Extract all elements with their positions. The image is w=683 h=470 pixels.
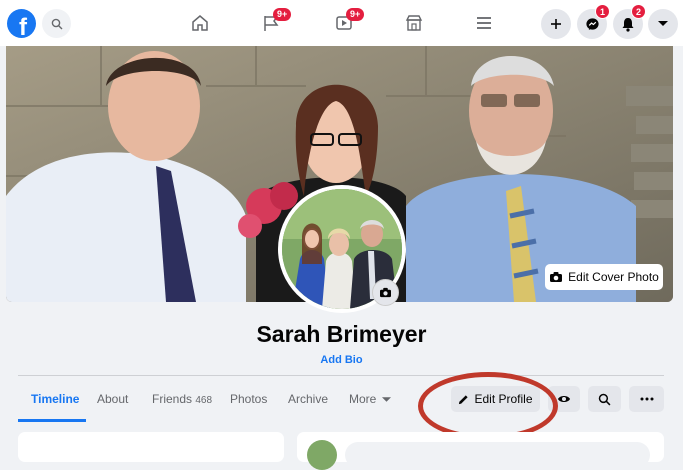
top-navigation-bar: f 9+ 9+ 1 2 <box>0 0 683 46</box>
tab-friends-label: Friends <box>152 392 193 406</box>
tab-friends[interactable]: Friends 468 <box>152 392 212 406</box>
eye-icon <box>558 396 570 402</box>
ellipsis-icon <box>640 397 653 401</box>
notifications-bell-icon[interactable]: 2 <box>613 4 646 39</box>
marketplace-icon[interactable] <box>400 10 428 36</box>
divider <box>18 375 664 376</box>
create-plus-icon[interactable] <box>541 9 571 39</box>
notifications-badge: 2 <box>631 4 646 19</box>
tab-timeline[interactable]: Timeline <box>31 392 79 406</box>
search-icon <box>51 18 62 29</box>
home-icon[interactable] <box>186 10 214 36</box>
edit-cover-photo-label: Edit Cover Photo <box>568 270 659 284</box>
search-icon <box>598 393 611 405</box>
caret-down-icon <box>381 397 391 402</box>
friends-count: 468 <box>195 395 213 406</box>
intro-card <box>18 432 284 462</box>
post-composer-input[interactable] <box>345 442 650 468</box>
messenger-icon[interactable]: 1 <box>577 4 610 39</box>
tab-more-label: More <box>349 392 377 406</box>
camera-icon <box>380 287 391 298</box>
tab-archive[interactable]: Archive <box>288 392 328 406</box>
active-tab-indicator <box>18 419 86 422</box>
pages-flag-icon[interactable]: 9+ <box>257 8 292 36</box>
tab-about[interactable]: About <box>97 392 128 406</box>
camera-icon <box>550 272 563 282</box>
update-profile-picture-button[interactable] <box>372 279 399 306</box>
facebook-logo-icon[interactable]: f <box>7 9 36 38</box>
search-button[interactable] <box>42 9 71 38</box>
more-options-button[interactable] <box>629 386 664 412</box>
menu-icon[interactable] <box>470 10 498 36</box>
user-avatar-small <box>307 440 337 470</box>
add-bio-link[interactable]: Add Bio <box>0 354 683 366</box>
watch-badge: 9+ <box>346 8 365 21</box>
highlight-circle-annotation <box>418 372 558 440</box>
watch-video-icon[interactable]: 9+ <box>330 8 365 36</box>
pages-badge: 9+ <box>273 8 292 21</box>
messenger-badge: 1 <box>595 4 610 19</box>
create-post-card <box>297 432 664 470</box>
search-profile-button[interactable] <box>588 386 621 412</box>
tab-photos[interactable]: Photos <box>230 392 267 406</box>
edit-cover-photo-button[interactable]: Edit Cover Photo <box>545 264 663 290</box>
account-caret-icon[interactable] <box>648 9 678 39</box>
tab-more[interactable]: More <box>349 392 391 406</box>
profile-name: Sarah Brimeyer <box>256 321 427 347</box>
